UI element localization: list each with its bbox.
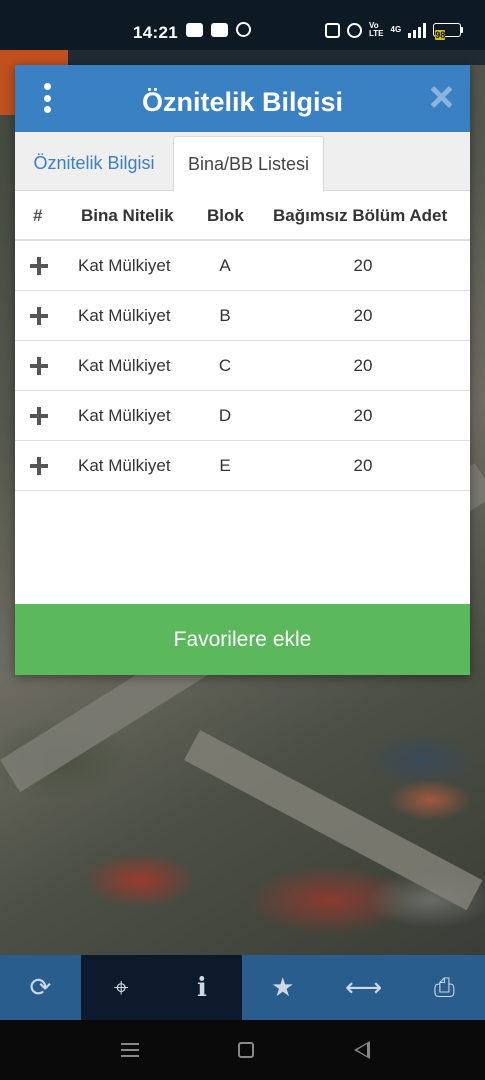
crosshair-icon: ⌖ [113,971,129,1002]
locate-button[interactable]: ⌖ [80,955,162,1020]
cell-nitelik: Kat Mülkiyet [78,256,171,275]
info-icon: i [197,972,207,1003]
battery-icon: 98 [433,23,464,40]
notification-icons [186,22,251,37]
expand-plus-icon[interactable] [30,307,48,325]
column-header-adet: Bağımsız Bölüm Adet [273,206,448,225]
cell-nitelik: Kat Mülkiyet [78,406,171,425]
cell-adet: 20 [353,256,373,275]
cell-nitelik: Kat Mülkiyet [78,456,171,475]
home-icon[interactable] [238,1042,254,1058]
cell-nitelik: Kat Mülkiyet [78,306,171,325]
cell-nitelik: Kat Mülkiyet [78,356,171,375]
print-button[interactable]: ⎙ [404,955,485,1020]
cell-blok: A [219,256,231,275]
tab-bar: Öznitelik Bilgisi Bina/BB Listesi [15,132,470,192]
cell-adet: 20 [353,456,373,475]
browser-icon [236,22,251,37]
table-row: Kat Mülkiyet E 20 [15,441,470,491]
table-row: Kat Mülkiyet B 20 [15,291,470,341]
close-icon[interactable] [429,85,453,109]
attribute-dialog: Öznitelik Bilgisi Öznitelik Bilgisi Bina… [15,65,470,675]
print-icon: ⎙ [433,971,455,1002]
tab-attribute-info[interactable]: Öznitelik Bilgisi [15,136,173,192]
nfc-icon [325,22,340,38]
add-to-favorites-button[interactable]: Favorilere ekle [15,604,470,675]
refresh-icon: ⟳ [29,972,52,1002]
cell-adet: 20 [353,356,373,375]
measure-button[interactable]: ⟷ [323,955,404,1020]
info-button[interactable]: i [161,955,243,1020]
volte-icon: Vo LTE [369,21,384,38]
refresh-button[interactable]: ⟳ [0,955,81,1020]
star-icon: ★ [271,972,295,1002]
app-notification-icon [186,22,203,37]
expand-plus-icon[interactable] [30,357,48,375]
back-icon[interactable] [354,1041,370,1059]
alarm-icon [347,22,362,38]
cell-blok: C [218,356,232,375]
column-header-blok: Blok [207,206,244,225]
dialog-header: Öznitelik Bilgisi [15,65,470,132]
favorites-button[interactable]: ★ [242,955,323,1020]
tab-building-list[interactable]: Bina/BB Listesi [173,136,324,192]
map-top-band [0,50,485,65]
cell-blok: E [219,456,231,475]
status-bar: 14:21 Vo LTE 4G 98 [0,0,485,50]
measure-icon: ⟷ [344,972,383,1002]
column-header-nitelik: Bina Nitelik [81,206,174,225]
signal-icon [408,22,427,38]
table-row: Kat Mülkiyet A 20 [15,241,470,291]
system-icons: Vo LTE 4G 98 [325,21,464,40]
table-row: Kat Mülkiyet D 20 [15,391,470,441]
table-row: Kat Mülkiyet C 20 [15,341,470,391]
column-header-index: # [33,206,43,225]
expand-plus-icon[interactable] [30,457,48,475]
map-toolbar: ⟳ ⌖ i ★ ⟷ ⎙ [0,955,485,1020]
building-table: # Bina Nitelik Blok Bağımsız Bölüm Adet … [15,191,470,491]
cell-adet: 20 [353,306,373,325]
youtube-icon [211,22,228,37]
status-time: 14:21 [133,23,178,42]
network-type-icon: 4G [390,25,402,34]
cell-blok: D [218,406,232,425]
cell-adet: 20 [353,406,373,425]
expand-plus-icon[interactable] [30,407,48,425]
cell-blok: B [219,306,231,325]
table-header: # Bina Nitelik Blok Bağımsız Bölüm Adet [15,191,470,241]
battery-level: 98 [435,30,446,40]
more-options-icon[interactable] [40,83,54,113]
dialog-title: Öznitelik Bilgisi [141,87,344,117]
recent-apps-icon[interactable] [121,1043,139,1057]
expand-plus-icon[interactable] [30,257,48,275]
